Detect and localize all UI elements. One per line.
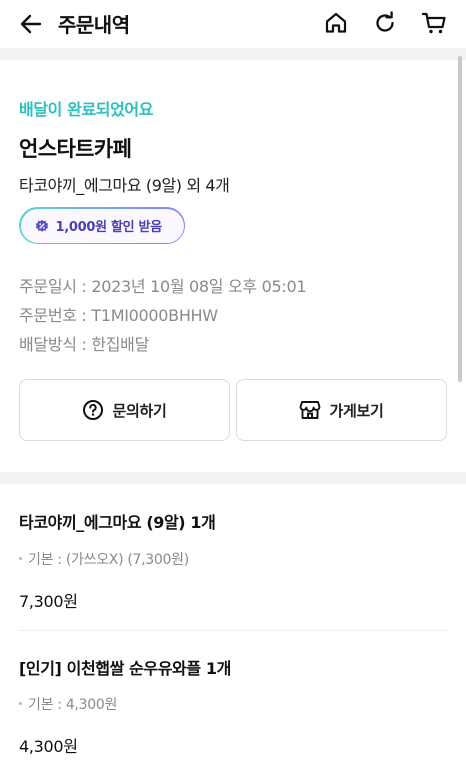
delivery-status: 배달이 완료되었어요: [19, 100, 154, 119]
refresh-button[interactable]: [370, 8, 400, 38]
page-title: 주문내역: [58, 13, 130, 37]
store-name: 언스타트카페: [19, 137, 132, 161]
refresh-icon: [376, 11, 394, 32]
discount-badge: 1,000원 할인 받음: [19, 207, 185, 244]
discount-text: 1,000원 할인 받음: [55, 220, 163, 235]
delivery-method: 배달방식 : 한집배달: [19, 335, 150, 354]
bullet-dot: [19, 556, 22, 560]
arrow-left-icon: [20, 14, 42, 34]
item-name: 타코야끼_에그마요 (9알) 1개: [19, 513, 216, 532]
bullet-dot: [19, 701, 22, 705]
item-price: 7,300원: [19, 592, 78, 611]
inquiry-button[interactable]: 문의하기: [19, 379, 230, 441]
inquiry-button-label: 문의하기: [112, 401, 167, 420]
home-button[interactable]: [321, 8, 351, 38]
home-icon: [325, 12, 347, 33]
store-icon: [299, 399, 321, 421]
item-option: 기본 : (가쓰오X) (7,300원): [19, 549, 189, 569]
app-header: 주문내역: [0, 0, 466, 48]
item-name: [인기] 이천햅쌀 순우유와플 1개: [19, 659, 231, 678]
scrollbar[interactable]: [458, 56, 462, 382]
view-store-button[interactable]: 가게보기: [236, 379, 447, 441]
view-store-button-label: 가게보기: [329, 401, 384, 420]
order-date: 주문일시 : 2023년 10월 08일 오후 05:01: [19, 277, 307, 296]
question-circle-icon: [82, 399, 104, 421]
order-items-card: 타코야끼_에그마요 (9알) 1개 기본 : (가쓰오X) (7,300원) 7…: [0, 484, 466, 775]
back-button[interactable]: [16, 10, 46, 38]
item-price: 4,300원: [19, 737, 78, 756]
cart-icon: [421, 12, 446, 34]
order-summary-card: 배달이 완료되었어요 언스타트카페 타코야끼_에그마요 (9알) 외 4개 1,…: [0, 60, 466, 472]
item-option: 기본 : 4,300원: [19, 694, 117, 714]
order-number: 주문번호 : T1MI0000BHHW: [19, 306, 218, 325]
cart-button[interactable]: [419, 8, 449, 38]
order-summary: 타코야끼_에그마요 (9알) 외 4개: [19, 176, 230, 195]
item-divider: [19, 630, 447, 631]
coupon-icon: [35, 219, 49, 233]
